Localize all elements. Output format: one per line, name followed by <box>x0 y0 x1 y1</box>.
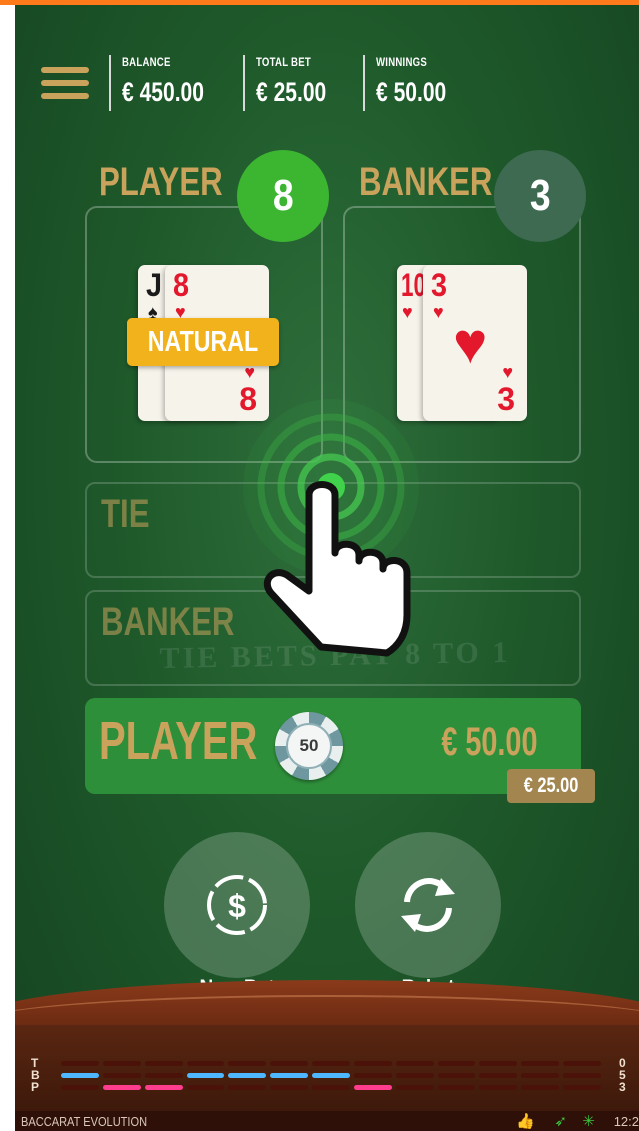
refresh-icon <box>401 878 455 932</box>
rabbit-icon[interactable]: ➶ <box>554 1112 567 1130</box>
banker-card-2: 3 ♥ ♥ ♥ 3 <box>423 265 527 421</box>
player-bet-label: PLAYER <box>99 711 258 771</box>
thumb-icon[interactable]: 👍 <box>516 1112 535 1130</box>
roadmap-label-player: P <box>31 1080 40 1094</box>
winnings-label: WINNINGS <box>376 55 427 69</box>
balance-stat: BALANCE € 450.00 <box>109 55 227 111</box>
dollar-chip-icon: $ <box>207 875 267 935</box>
balance-label: BALANCE <box>122 55 171 69</box>
roadmap-row-tie <box>61 1061 601 1066</box>
footer-bar: BACCARAT EVOLUTION 👍 ➶ ✳ 12:2 <box>15 1111 639 1131</box>
chip-value: 50 <box>286 723 332 769</box>
banker-score-badge: 3 <box>494 150 586 242</box>
brand-logo-text: BACCARAT EVOLUTION <box>21 1114 148 1129</box>
menu-icon[interactable] <box>41 67 89 101</box>
chip-icon: 50 <box>275 712 343 780</box>
banker-hand-title: BANKER <box>359 160 493 204</box>
svg-text:$: $ <box>228 888 246 924</box>
balance-value: € 450.00 <box>122 77 204 107</box>
winnings-value: € 50.00 <box>376 77 447 107</box>
roadmap-row-banker <box>61 1073 601 1078</box>
roadmap-panel[interactable]: T B P 0 5 3 <box>15 1025 639 1111</box>
rebet-button[interactable] <box>355 832 501 978</box>
roadmap-count-player: 3 <box>619 1080 626 1094</box>
tap-indicator-icon: ✳ <box>582 1113 595 1130</box>
total-bet-label: TOTAL BET <box>256 55 311 69</box>
winnings-stat: WINNINGS € 50.00 <box>363 55 466 111</box>
pointing-hand-icon <box>263 481 411 657</box>
banker-bet-label: BANKER <box>101 600 235 644</box>
natural-badge: NATURAL <box>127 318 279 366</box>
new-bet-button[interactable]: $ <box>164 832 310 978</box>
total-bet-value: € 25.00 <box>256 77 327 107</box>
roadmap-row-player <box>61 1085 601 1090</box>
clock-time: 12:2 <box>613 1114 639 1129</box>
tie-bet-label: TIE <box>101 492 150 536</box>
player-hand-title: PLAYER <box>99 160 223 204</box>
game-table: BALANCE € 450.00 TOTAL BET € 25.00 WINNI… <box>15 5 639 1131</box>
player-score-badge: 8 <box>237 150 329 242</box>
total-bet-stat: TOTAL BET € 25.00 <box>243 55 346 111</box>
player-bet-amount: € 50.00 <box>440 720 537 764</box>
stake-badge: € 25.00 <box>507 769 595 803</box>
